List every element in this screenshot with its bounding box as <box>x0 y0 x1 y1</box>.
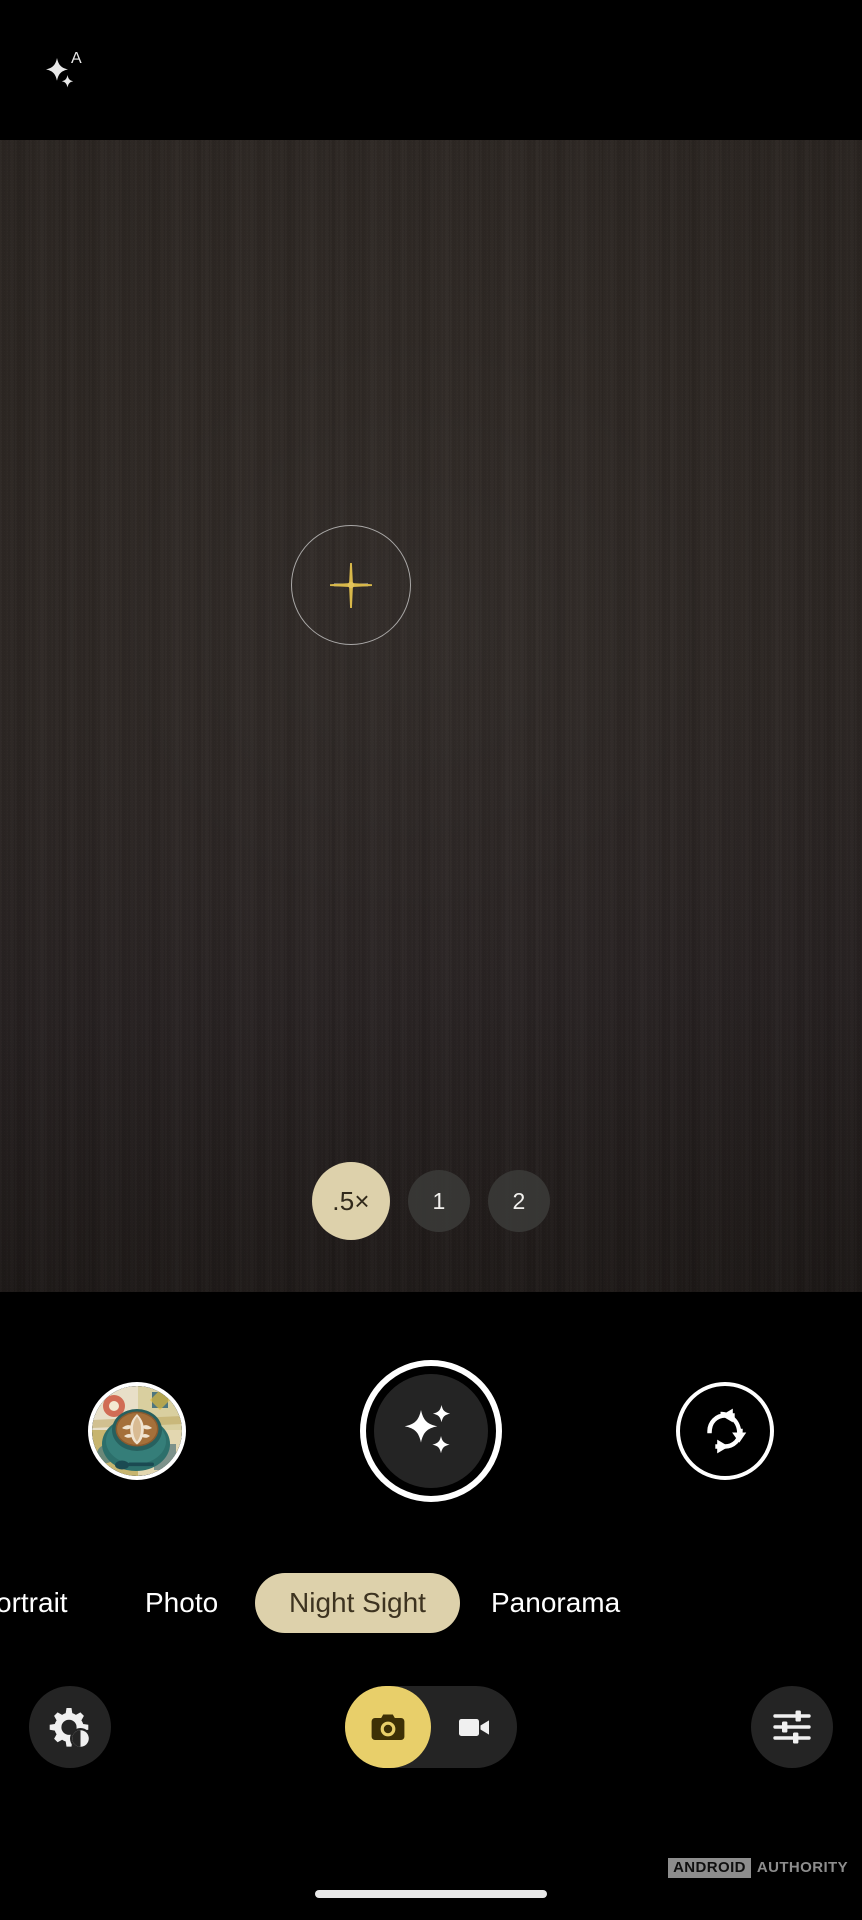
shutter-button[interactable] <box>360 1360 502 1502</box>
photo-video-toggle[interactable] <box>345 1686 517 1768</box>
watermark-badge: ANDROID <box>668 1858 751 1878</box>
zoom-chip-2[interactable]: 2 <box>488 1170 550 1232</box>
top-bar: A <box>0 0 862 140</box>
camera-mode-selector[interactable]: ortrait Photo Night Sight Panorama <box>0 1564 862 1642</box>
gear-timer-icon <box>49 1708 91 1749</box>
bottom-controls-panel: ortrait Photo Night Sight Panorama ANDRO… <box>0 1292 862 1920</box>
gallery-thumbnail-image <box>92 1386 182 1476</box>
sparkle-auto-icon[interactable]: A <box>34 39 96 101</box>
bottom-toolbar <box>0 1672 862 1782</box>
mode-panorama[interactable]: Panorama <box>491 1587 620 1619</box>
home-indicator[interactable] <box>315 1890 547 1898</box>
mode-portrait[interactable]: ortrait <box>0 1587 68 1619</box>
flip-camera-icon <box>707 1408 747 1454</box>
gallery-thumbnail[interactable] <box>88 1382 186 1480</box>
zoom-chip-0[interactable]: .5× <box>312 1162 390 1240</box>
auto-badge-letter: A <box>71 50 82 67</box>
viewfinder-vignette <box>0 140 862 1292</box>
focus-crosshair <box>330 563 372 608</box>
adjust-button[interactable] <box>751 1686 833 1768</box>
viewfinder-grain-overlay <box>0 140 862 1292</box>
camera-icon <box>371 1714 405 1740</box>
mode-night-sight[interactable]: Night Sight <box>255 1573 460 1633</box>
focus-reticle-icon[interactable] <box>291 525 411 645</box>
camera-app-screen: A .5× 1 2 ortrait Photo Night Sight Pano… <box>0 0 862 1920</box>
toggle-video-mode[interactable] <box>431 1686 517 1768</box>
capture-row <box>0 1360 862 1530</box>
watermark-text: AUTHORITY <box>756 1859 848 1876</box>
watermark: ANDROID AUTHORITY <box>668 1858 848 1878</box>
shutter-inner <box>374 1374 488 1488</box>
settings-button[interactable] <box>29 1686 111 1768</box>
top-bar-left-group: A <box>34 39 96 101</box>
mode-photo[interactable]: Photo <box>145 1587 218 1619</box>
sliders-icon <box>773 1710 811 1744</box>
camera-viewfinder[interactable]: .5× 1 2 <box>0 140 862 1292</box>
flip-camera-button[interactable] <box>676 1382 774 1480</box>
zoom-chip-1[interactable]: 1 <box>408 1170 470 1232</box>
zoom-level-selector[interactable]: .5× 1 2 <box>0 1162 862 1240</box>
toggle-photo-mode[interactable] <box>345 1686 431 1768</box>
night-sight-sparkle-icon <box>404 1405 451 1454</box>
video-camera-icon <box>459 1719 489 1736</box>
